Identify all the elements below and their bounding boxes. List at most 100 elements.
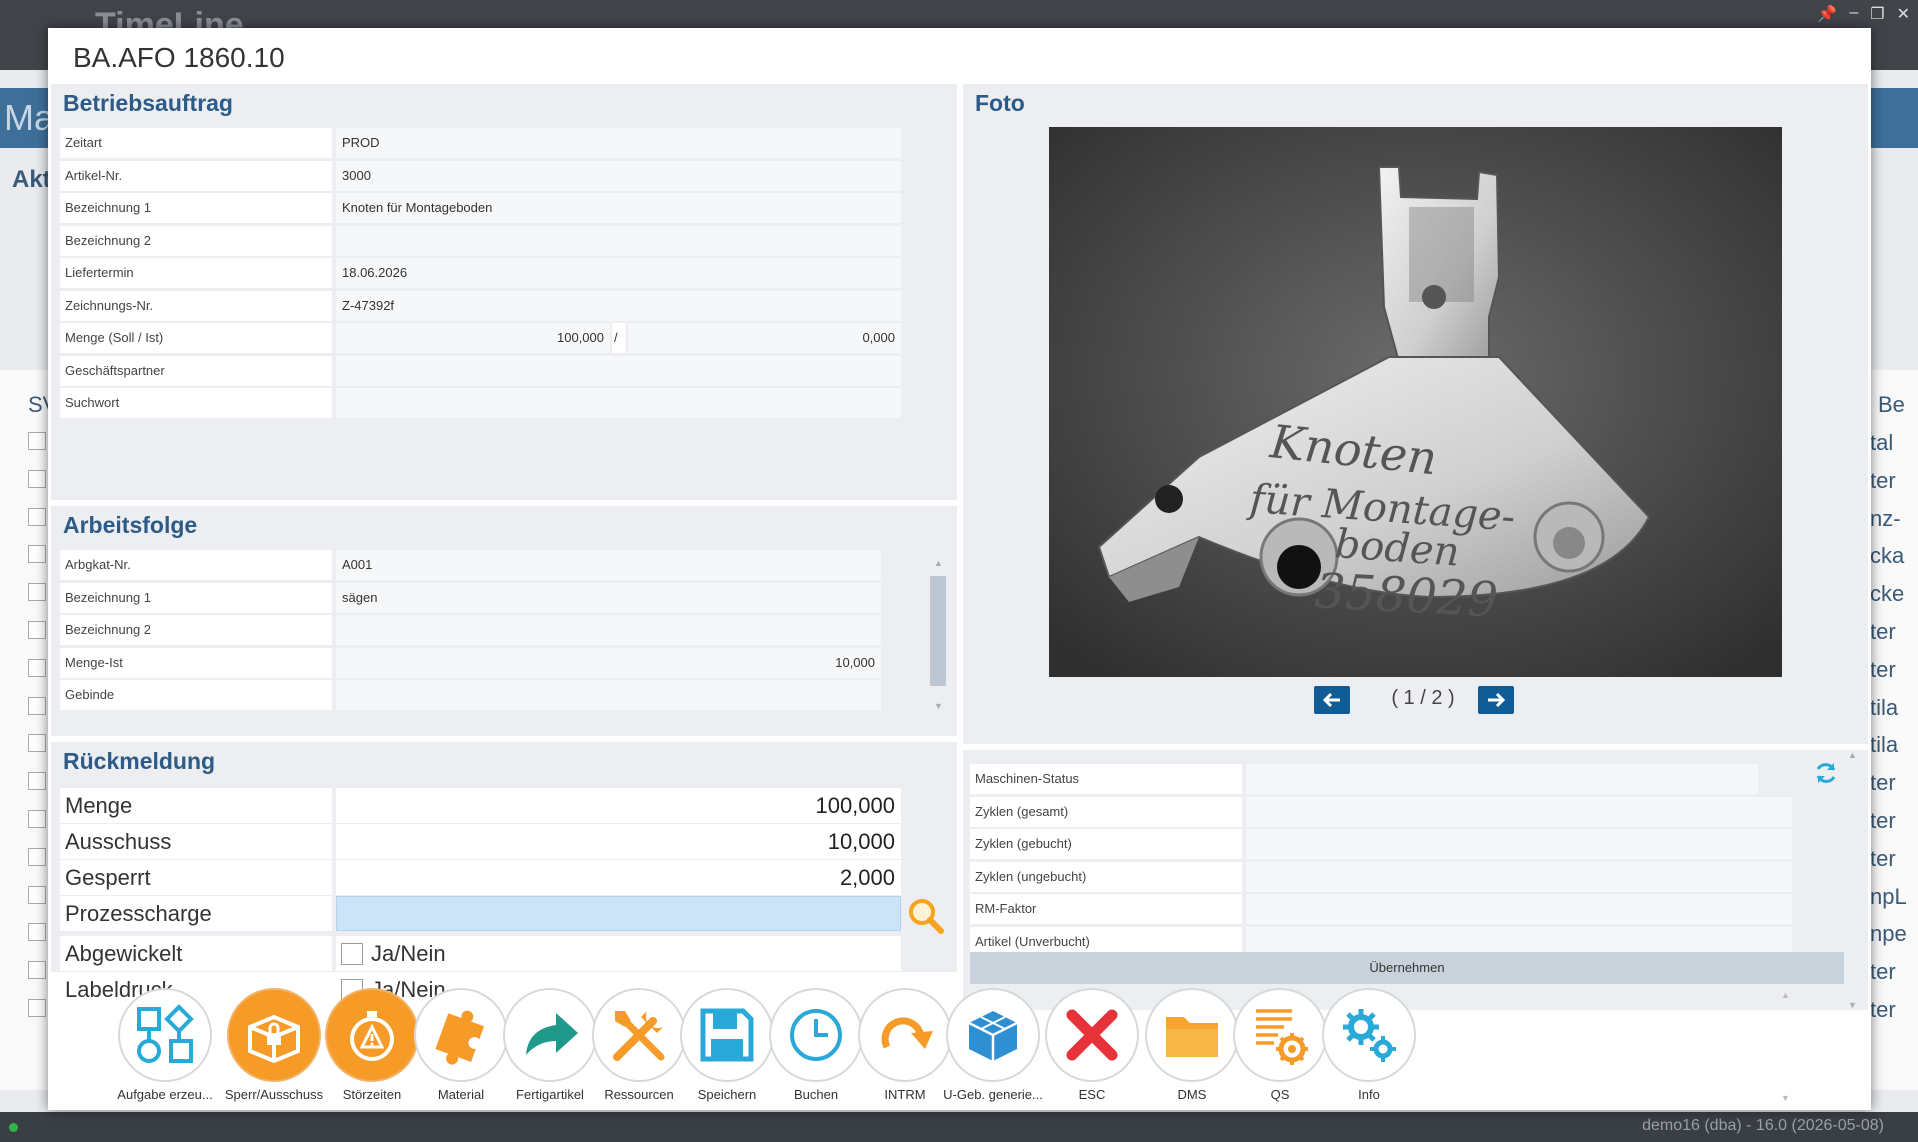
photo-image: Knoten für Montage- boden 358029 [1049,127,1782,677]
app-row-checkbox[interactable] [28,432,46,450]
betriebsauftrag-field-label: Bezeichnung 1 [60,193,332,223]
toolbar-button-gears[interactable]: Info [1316,988,1422,1102]
ausschuss-input[interactable]: 10,000 [336,824,901,859]
previous-photo-button[interactable] [1314,686,1350,714]
menge-ist-value[interactable]: 0,000 [628,323,901,353]
refresh-button[interactable] [1813,760,1839,786]
betriebsauftrag-field-value[interactable]: Knoten für Montageboden [336,193,901,223]
scrollbar-thumb[interactable] [930,576,946,686]
toolbar-button-label: Sperr/Ausschuss [224,1087,324,1102]
toolbar-button-locked-box[interactable]: Sperr/Ausschuss [221,988,327,1102]
abgewickelt-checkbox[interactable]: Ja/Nein [336,936,901,971]
uebernehmen-button[interactable]: Übernehmen [970,952,1844,984]
app-row-checkbox[interactable] [28,772,46,791]
arbeitsfolge-field-value[interactable] [336,680,881,710]
arbeitsfolge-field-label: Bezeichnung 2 [60,615,332,645]
arbeitsfolge-scrollbar[interactable]: ▲ ▼ [928,556,948,716]
toolbar-scroll-down-icon[interactable]: ▼ [1781,1093,1790,1103]
app-row-checkbox[interactable] [28,658,46,677]
toolbar-button-workflow[interactable]: Aufgabe erzeu... [112,988,218,1102]
app-row-checkbox[interactable] [28,961,46,980]
toolbar-button-close-x[interactable]: ESC [1039,988,1145,1102]
betriebsauftrag-field-value[interactable]: Z-47392f [336,290,901,321]
scroll-up-icon[interactable]: ▲ [934,558,943,568]
cubes-icon [946,988,1040,1082]
app-right-cell: ter [1870,770,1896,796]
scroll-down-icon[interactable]: ▼ [934,701,943,711]
panel-arbeitsfolge: Arbeitsfolge Arbgkat-Nr. A001 Bezeichnung … [51,506,957,736]
redo-icon [858,988,952,1082]
maschine-field-value[interactable] [1246,861,1792,892]
betriebsauftrag-field-value[interactable]: 18.06.2026 [336,258,901,288]
minimize-icon[interactable]: – [1849,4,1858,24]
betriebsauftrag-field-value[interactable] [336,355,901,386]
app-row-checkbox[interactable] [28,923,46,942]
app-right-cell: tila [1870,732,1899,758]
save-icon [680,988,774,1082]
abgewickelt-checkbox-label: Ja/Nein [371,941,446,966]
app-row-checkbox[interactable] [28,696,46,715]
app-row-checkbox[interactable] [28,469,46,488]
app-right-cell: ter [1870,618,1896,644]
betriebsauftrag-field-value[interactable] [336,388,901,418]
arbeitsfolge-field-value[interactable]: A001 [336,550,881,580]
photo-handwriting-line-4: 358029 [1313,563,1499,629]
arbeitsfolge-field-label: Bezeichnung 1 [60,582,332,613]
app-row-checkbox[interactable] [28,621,46,639]
toolbar-scroll-up-icon[interactable]: ▲ [1781,990,1790,1000]
app-right-cell: tila [1870,694,1899,720]
betriebsauftrag-field-value[interactable]: 3000 [336,160,901,191]
arbeitsfolge-field-value[interactable] [336,615,881,645]
app-row-checkbox[interactable] [28,545,46,564]
scroll-up-icon[interactable]: ▲ [1848,750,1857,760]
menge-soll-value[interactable]: 100,000 [336,323,610,353]
next-photo-button[interactable] [1478,686,1514,714]
gesperrt-label: Gesperrt [60,860,332,895]
prozesscharge-search-button[interactable] [906,897,946,935]
app-section-label: Akt [12,166,51,193]
app-row-checkbox[interactable] [28,885,46,904]
app-row-checkbox[interactable] [28,847,46,866]
status-indicator [9,1123,18,1132]
app-row-checkbox[interactable] [28,507,46,526]
arbeitsfolge-field-value[interactable]: 10,000 [336,647,881,678]
maschine-field-value[interactable] [1246,894,1792,924]
toolbar-button-cubes[interactable]: U-Geb. generie... [940,988,1046,1102]
app-right-cell: nz- [1870,505,1901,531]
app-right-cell: cke [1870,581,1905,607]
restore-icon[interactable]: ❐ [1870,4,1884,24]
close-icon[interactable]: ✕ [1897,4,1910,24]
maschine-field-label: Zyklen (gebucht) [970,829,1242,859]
prozesscharge-input[interactable] [336,896,901,931]
app-right-cell: npL [1870,883,1907,909]
ausschuss-label: Ausschuss [60,824,332,859]
checkbox-box[interactable] [341,943,363,965]
maschine-field-value[interactable] [1246,764,1758,794]
app-right-cell: ter [1870,656,1896,682]
document-gear-icon [1233,988,1327,1082]
betriebsauftrag-field-value[interactable]: PROD [336,128,901,158]
product-photo[interactable]: Knoten für Montage- boden 358029 [1049,127,1782,677]
pin-icon[interactable]: 📌 [1817,4,1837,24]
panel-foto: Foto Knoten für Montage- boden 358029 (… [963,84,1868,744]
maschine-field-value[interactable] [1246,829,1792,859]
gesperrt-input[interactable]: 2,000 [336,860,901,895]
app-row-checkbox[interactable] [28,999,46,1017]
dialog: BA.AFO 1860.10 Betriebsauftrag Zeitart PR… [48,28,1871,1110]
arbeitsfolge-field-label: Gebinde [60,680,332,710]
arbeitsfolge-field-label: Menge-Ist [60,647,332,678]
app-right-cell: ter [1870,996,1896,1022]
menge-input[interactable]: 100,000 [336,788,901,823]
maschine-field-value[interactable] [1246,796,1792,827]
puzzle-icon [414,988,508,1082]
forward-arrow-icon [503,988,597,1082]
betriebsauftrag-field-value[interactable] [336,225,901,256]
panel-betriebsauftrag: Betriebsauftrag Zeitart PROD Artikel-Nr. 30… [51,84,957,500]
app-row-checkbox[interactable] [28,810,46,828]
app-row-checkbox[interactable] [28,734,46,753]
menge-soll-ist-label: Menge (Soll / Ist) [60,323,332,353]
scroll-down-icon[interactable]: ▼ [1848,1000,1857,1010]
arbeitsfolge-field-value[interactable]: sägen [336,582,881,613]
app-row-checkbox[interactable] [28,583,46,602]
status-text: demo16 (dba) - 16.0 (2026-05-08) [1642,1117,1884,1134]
